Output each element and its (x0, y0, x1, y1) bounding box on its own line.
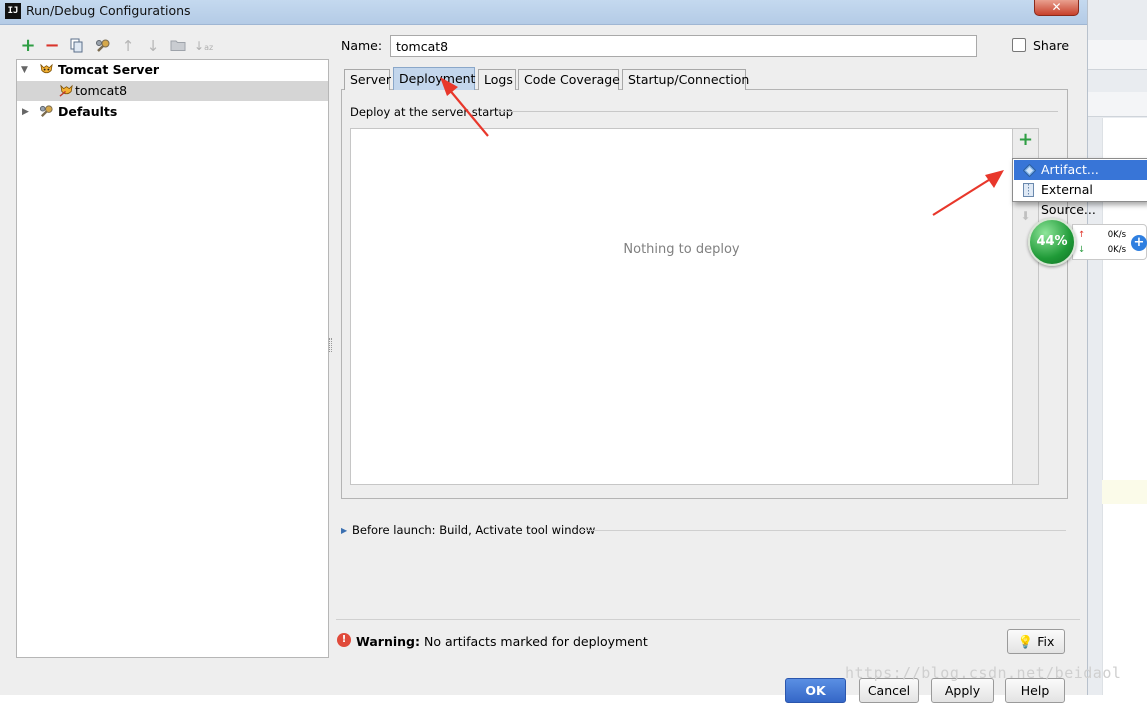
tab-logs[interactable]: Logs (478, 69, 516, 90)
folder-button[interactable] (169, 38, 187, 54)
tomcat-icon (40, 63, 53, 74)
deploy-section-title: Deploy at the server startup (350, 105, 514, 119)
warning-message: Warning: No artifacts marked for deploym… (356, 634, 648, 649)
warning-title: Warning: (356, 634, 420, 649)
sort-button[interactable]: ↓az (194, 38, 213, 54)
tree-item-label: Tomcat Server (58, 62, 160, 77)
upload-arrow-icon: ↑ (1078, 230, 1086, 240)
tree-item-defaults[interactable]: ▶ Defaults (17, 102, 328, 122)
menu-item-artifact[interactable]: Artifact... (1014, 160, 1147, 180)
fix-button[interactable]: 💡 Fix (1007, 629, 1065, 654)
speed-panel: ↑ 0K/s ↓ 0K/s + (1072, 224, 1147, 260)
name-label: Name: (341, 38, 383, 53)
tab-startup-connection[interactable]: Startup/Connection (622, 69, 749, 90)
before-launch-expand-icon[interactable]: ▶ (341, 526, 347, 535)
add-configuration-button[interactable]: + (19, 37, 37, 55)
folder-icon (170, 40, 186, 51)
tomcat-config-icon (59, 84, 73, 97)
configuration-tree[interactable]: ▼ Tomcat Server tomcat8 ▶ Defaults (16, 59, 329, 658)
watermark-text: https://blog.csdn.net/beidaol (845, 664, 1122, 682)
warning-text: No artifacts marked for deployment (423, 634, 648, 649)
tree-item-tomcat8[interactable]: tomcat8 (17, 81, 328, 101)
ok-button[interactable]: OK (785, 678, 846, 703)
background-ide-strip (1087, 0, 1147, 695)
collapse-arrow-icon[interactable]: ▶ (22, 102, 29, 122)
expand-plus-icon[interactable]: + (1131, 235, 1147, 251)
move-down-button[interactable]: ↓ (144, 38, 162, 54)
empty-list-text: Nothing to deploy (623, 242, 740, 257)
remove-configuration-button[interactable]: − (43, 37, 61, 55)
share-label: Share (1033, 38, 1070, 53)
network-speed-widget[interactable]: ↑ 0K/s ↓ 0K/s + 44% (1028, 218, 1147, 268)
wrench-icon (96, 39, 110, 52)
close-button[interactable]: ✕ (1034, 0, 1079, 16)
footer-divider (336, 619, 1080, 620)
window-title: Run/Debug Configurations (26, 3, 191, 18)
lightbulb-icon: 💡 (1017, 634, 1034, 649)
archive-icon (1023, 183, 1034, 197)
name-input[interactable] (390, 35, 977, 57)
tab-code-coverage[interactable]: Code Coverage (518, 69, 620, 90)
warning-icon: ! (337, 633, 351, 647)
menu-item-label: Artifact... (1041, 162, 1099, 177)
copy-configuration-button[interactable] (68, 38, 86, 54)
tab-deployment[interactable]: Deployment (393, 67, 475, 90)
tree-item-tomcat-server[interactable]: ▼ Tomcat Server (17, 60, 328, 80)
app-icon: IJ (5, 3, 21, 19)
tree-item-label: tomcat8 (75, 83, 128, 98)
move-up-button[interactable]: ↑ (119, 38, 137, 54)
add-deployment-button[interactable]: + (1017, 131, 1034, 149)
edit-defaults-button[interactable] (94, 38, 112, 54)
before-launch-divider (580, 530, 1066, 531)
section-divider (498, 111, 1058, 112)
before-launch-label[interactable]: Before launch: Build, Activate tool wind… (352, 523, 595, 537)
splitter-handle[interactable] (329, 338, 332, 352)
fix-button-label: Fix (1037, 634, 1055, 649)
add-deployment-popup: Artifact... External Source... (1012, 158, 1147, 217)
sort-icon: ↓ (194, 39, 205, 53)
download-arrow-icon: ↓ (1078, 245, 1086, 255)
deploy-list[interactable] (350, 128, 1013, 485)
memory-usage-ball[interactable]: 44% (1028, 218, 1076, 266)
artifact-icon (1023, 164, 1036, 177)
menu-item-external-source[interactable]: External Source... (1014, 180, 1147, 217)
download-speed: 0K/s (1107, 245, 1126, 255)
upload-speed: 0K/s (1107, 230, 1126, 240)
share-checkbox[interactable] (1012, 38, 1026, 52)
tab-server[interactable]: Server (344, 69, 391, 90)
tree-item-label: Defaults (58, 104, 118, 119)
copy-icon (70, 38, 83, 53)
expand-arrow-icon[interactable]: ▼ (21, 60, 28, 80)
menu-item-label: External Source... (1041, 182, 1096, 217)
wrench-icon (39, 105, 53, 118)
